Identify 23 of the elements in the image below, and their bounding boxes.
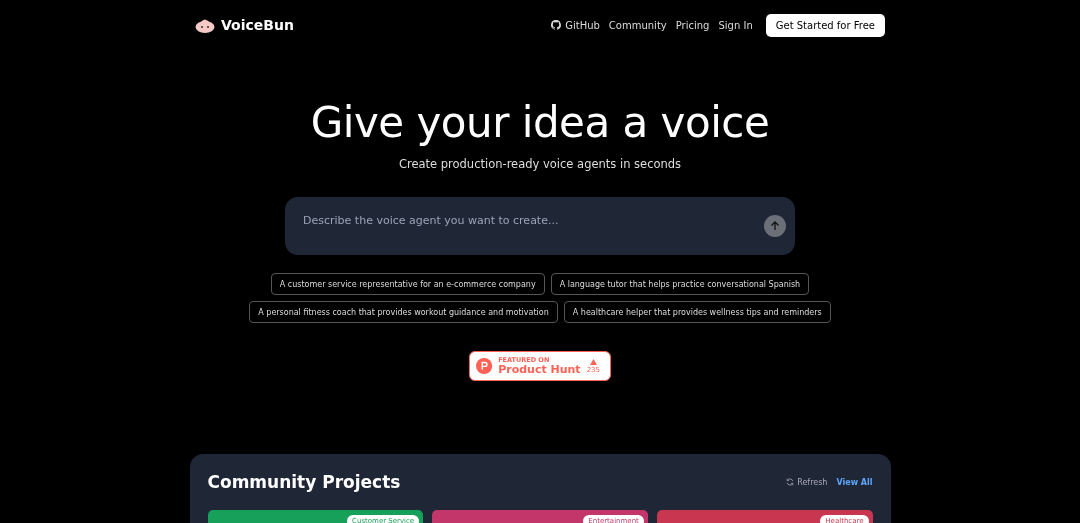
arrow-up-icon bbox=[770, 221, 780, 231]
view-all-link[interactable]: View All bbox=[836, 477, 873, 487]
bun-logo-icon bbox=[195, 17, 215, 33]
nav-link[interactable]: Pricing bbox=[675, 19, 710, 31]
brand-name[interactable]: VoiceBun bbox=[221, 17, 294, 33]
hero-title: Give your idea a voice bbox=[310, 99, 770, 147]
suggestion-chip[interactable]: A healthcare helper that provides wellness tips and reminders bbox=[563, 301, 831, 323]
github-icon bbox=[551, 20, 562, 30]
nav-link[interactable]: Community bbox=[608, 19, 667, 31]
product-hunt-logo-icon bbox=[476, 357, 493, 375]
suggestion-chip[interactable]: A language tutor that helps practice conversational Spanish bbox=[550, 273, 810, 295]
prompt-field[interactable]: Describe the voice agent you want to create... bbox=[285, 197, 795, 255]
refresh-icon bbox=[786, 478, 795, 486]
section-title: Community Projects bbox=[207, 472, 401, 492]
refresh-button[interactable]: Refresh bbox=[786, 477, 828, 487]
nav-link[interactable]: GitHub bbox=[551, 19, 600, 31]
get-started-button[interactable]: Get Started for Free bbox=[765, 13, 885, 37]
suggestion-chip[interactable]: A customer service representative for an e-commerce company bbox=[270, 273, 545, 295]
product-hunt-name: Product Hunt bbox=[498, 363, 581, 375]
suggestion-chip[interactable]: A personal fitness coach that provides workout guidance and motivation bbox=[249, 301, 558, 323]
upvote-icon bbox=[589, 358, 597, 365]
nav-link[interactable]: Sign In bbox=[718, 19, 753, 31]
hero-subtitle: Create production-ready voice agents in seconds bbox=[398, 157, 682, 171]
